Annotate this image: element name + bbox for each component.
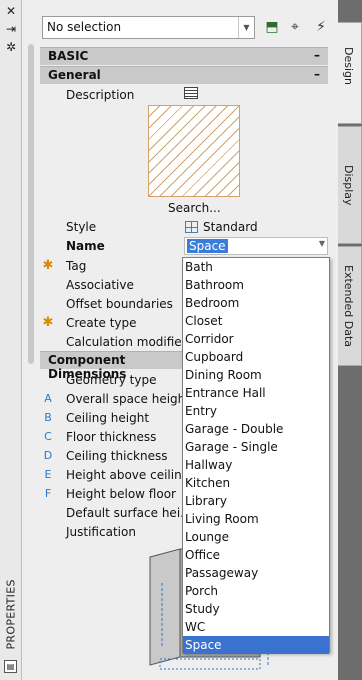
property-label: Ceiling height [66, 411, 150, 425]
asterisk-icon: ✱ [42, 315, 54, 330]
dimension-marker: A [44, 392, 52, 405]
dropdown-option[interactable]: Entrance Hall [183, 384, 329, 402]
property-label: Justification [66, 525, 136, 539]
selection-dropdown[interactable]: No selection ▼ [42, 16, 255, 39]
dropdown-option[interactable]: Kitchen [183, 474, 329, 492]
style-preview-image [148, 105, 240, 197]
name-combobox[interactable]: Space ▼ [184, 237, 328, 255]
property-label: Height below floor [66, 487, 176, 501]
name-value[interactable]: Space [187, 239, 228, 253]
dropdown-option[interactable]: Garage - Single [183, 438, 329, 456]
tab-extended-label: Extended Data [342, 265, 355, 348]
settings-icon[interactable]: ✲ [4, 40, 18, 54]
collapse-toggle[interactable]: – [314, 48, 320, 62]
property-label: Geometry type [66, 373, 157, 387]
dimension-marker: D [43, 449, 53, 462]
section-general-label: General [48, 68, 101, 82]
property-label: Overall space height [66, 392, 190, 406]
dropdown-option[interactable]: Passageway [183, 564, 329, 582]
add-object-icon[interactable]: ⬒ [262, 17, 282, 37]
dimension-marker: F [44, 487, 52, 500]
section-basic[interactable]: BASIC – [40, 47, 328, 65]
property-label: Name [66, 239, 105, 253]
property-label: Description [66, 88, 135, 102]
property-label: Ceiling thickness [66, 449, 168, 463]
close-icon[interactable]: ✕ [4, 4, 18, 18]
dropdown-option[interactable]: Library [183, 492, 329, 510]
selection-value: No selection [47, 20, 122, 34]
scrollbar-thumb[interactable] [28, 44, 34, 364]
property-label: Calculation modifie... [66, 335, 194, 349]
dropdown-option[interactable]: Bathroom [183, 276, 329, 294]
tab-design[interactable]: Design [338, 22, 362, 124]
property-label: Create type [66, 316, 137, 330]
asterisk-icon: ✱ [42, 258, 54, 273]
dropdown-option[interactable]: Lounge [183, 528, 329, 546]
section-component-dimensions[interactable]: Component Dimensions [40, 351, 190, 381]
dropdown-option[interactable]: Entry [183, 402, 329, 420]
pin-icon[interactable]: ⇥ [4, 22, 18, 36]
name-dropdown-list[interactable]: Bath Bathroom Bedroom Closet Corridor Cu… [182, 257, 330, 654]
palette-tabs: Design Display Extended Data [338, 0, 362, 680]
dropdown-option[interactable]: Hallway [183, 456, 329, 474]
collapse-toggle[interactable]: – [314, 67, 320, 81]
style-value-text: Standard [203, 220, 258, 234]
dropdown-option[interactable]: Office [183, 546, 329, 564]
dropdown-option[interactable]: Cupboard [183, 348, 329, 366]
property-label: Height above ceiling [66, 468, 190, 482]
tab-extended-data[interactable]: Extended Data [338, 246, 362, 366]
property-label: Associative [66, 278, 134, 292]
dropdown-option-selected[interactable]: Space [183, 636, 329, 654]
section-basic-label: BASIC [48, 49, 89, 63]
property-label: Floor thickness [66, 430, 157, 444]
chevron-down-icon[interactable]: ▼ [319, 239, 325, 248]
style-value[interactable]: Standard [185, 220, 258, 234]
property-label: Default surface hei... [66, 506, 192, 520]
tab-display-label: Display [342, 165, 355, 206]
dimension-marker: B [44, 411, 52, 424]
dropdown-option[interactable]: Closet [183, 312, 329, 330]
dropdown-option[interactable]: WC [183, 618, 329, 636]
property-label: Offset boundaries [66, 297, 173, 311]
tab-display[interactable]: Display [338, 126, 362, 244]
section-general[interactable]: General – [40, 66, 328, 84]
chevron-down-icon[interactable]: ▼ [238, 17, 254, 38]
tab-design-label: Design [342, 47, 355, 85]
dropdown-option[interactable]: Corridor [183, 330, 329, 348]
dropdown-option[interactable]: Living Room [183, 510, 329, 528]
dropdown-option[interactable]: Garage - Double [183, 420, 329, 438]
property-row-style[interactable]: Style Standard [40, 218, 328, 237]
dropdown-option[interactable]: Porch [183, 582, 329, 600]
dimension-marker: C [44, 430, 52, 443]
dropdown-option[interactable]: Dining Room [183, 366, 329, 384]
style-icon [185, 221, 198, 233]
property-label: Style [66, 220, 97, 234]
dropdown-option[interactable]: Study [183, 600, 329, 618]
selection-toolbar: No selection ▼ ⬒ ⌖ ⚡ [22, 0, 338, 40]
dimension-marker: E [44, 468, 52, 481]
quick-select-icon[interactable]: ⚡ [311, 17, 331, 37]
select-objects-icon[interactable]: ⌖ [285, 17, 305, 37]
dropdown-option[interactable]: Bedroom [183, 294, 329, 312]
palette-title: PROPERTIES [4, 579, 18, 650]
palette-title-bar: ✕ ⇥ ✲ PROPERTIES ▤ [0, 0, 22, 680]
property-label: Tag [66, 259, 87, 273]
search-link[interactable]: Search... [168, 201, 221, 215]
description-edit-icon[interactable] [184, 87, 198, 99]
palette-menu-icon[interactable]: ▤ [4, 660, 17, 673]
dropdown-option[interactable]: Bath [183, 258, 329, 276]
